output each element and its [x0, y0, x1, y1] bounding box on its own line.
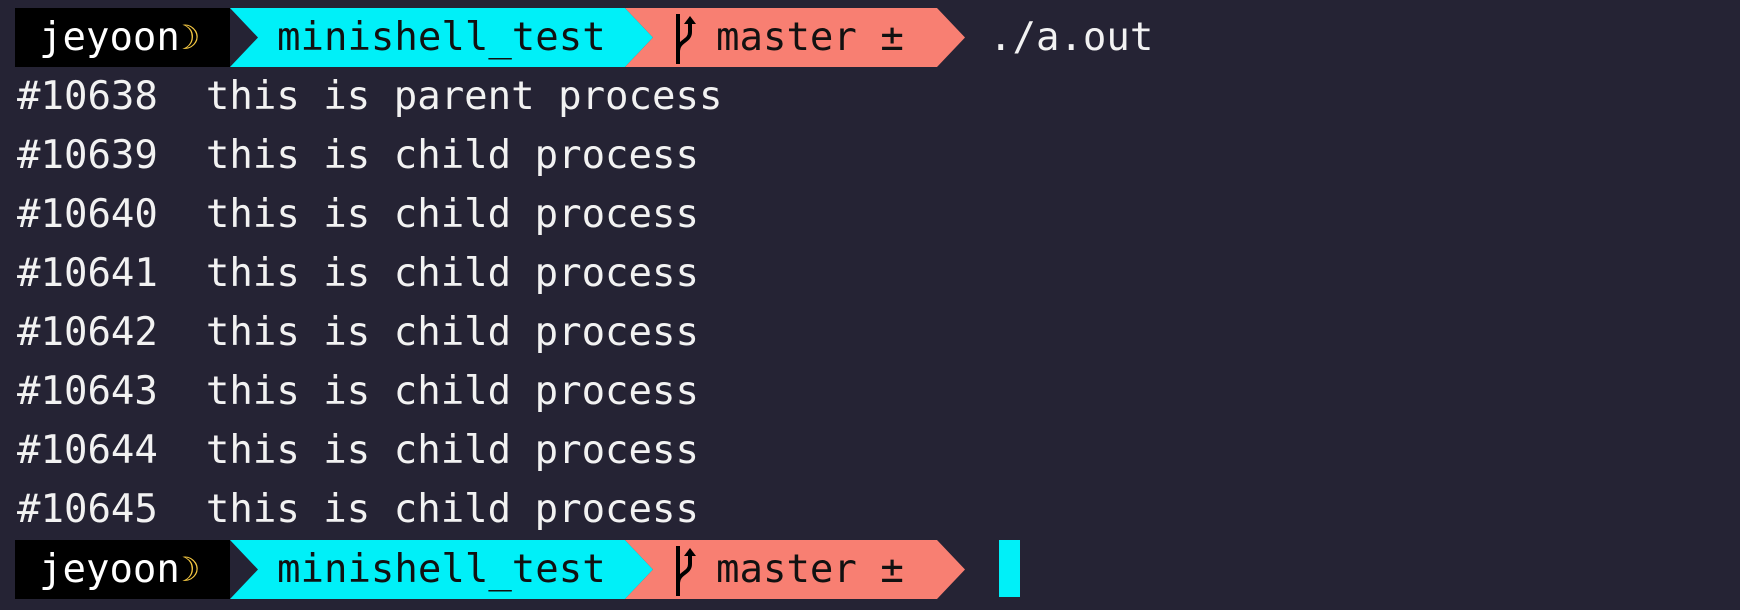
prompt-user-segment: jeyoon ☽ — [15, 8, 230, 67]
output-text: this is child process — [205, 251, 699, 296]
prompt-git-segment: master ± — [625, 540, 965, 599]
output-pid: #10641 — [17, 251, 158, 296]
prompt-user: jeyoon — [39, 547, 180, 592]
output-line: #10639 this is child process — [17, 133, 699, 178]
output-text: this is child process — [205, 428, 699, 473]
git-branch-icon — [672, 544, 700, 596]
prompt-user-segment: jeyoon ☽ — [15, 540, 230, 599]
output-text: this is child process — [205, 310, 699, 355]
crescent-moon-icon: ☽ — [179, 17, 201, 58]
prompt-line-1: jeyoon ☽ minishell_test master ± ./a.out — [15, 8, 1153, 67]
command-text: ./a.out — [989, 15, 1154, 60]
prompt-git-segment: master ± — [625, 8, 965, 67]
prompt-user: jeyoon — [39, 15, 180, 60]
crescent-moon-icon: ☽ — [179, 549, 201, 590]
output-text: this is child process — [205, 192, 699, 237]
output-text: this is parent process — [205, 74, 723, 119]
output-pid: #10645 — [17, 487, 158, 532]
output-pid: #10638 — [17, 74, 158, 119]
output-line: #10638 this is parent process — [17, 74, 722, 119]
output-pid: #10639 — [17, 133, 158, 178]
prompt-directory-segment: minishell_test — [230, 540, 653, 599]
output-pid: #10644 — [17, 428, 158, 473]
prompt-branch: master ± — [716, 15, 904, 60]
prompt-directory: minishell_test — [277, 547, 606, 592]
output-text: this is child process — [205, 133, 699, 178]
output-line: #10645 this is child process — [17, 487, 699, 532]
git-branch-icon — [672, 12, 700, 64]
output-line: #10640 this is child process — [17, 192, 699, 237]
prompt-directory: minishell_test — [277, 15, 606, 60]
output-line: #10643 this is child process — [17, 369, 699, 414]
output-text: this is child process — [205, 487, 699, 532]
output-line: #10644 this is child process — [17, 428, 699, 473]
output-pid: #10642 — [17, 310, 158, 355]
output-line: #10642 this is child process — [17, 310, 699, 355]
terminal-cursor[interactable] — [999, 540, 1020, 597]
output-line: #10641 this is child process — [17, 251, 699, 296]
prompt-branch: master ± — [716, 547, 904, 592]
output-pid: #10640 — [17, 192, 158, 237]
output-pid: #10643 — [17, 369, 158, 414]
output-text: this is child process — [205, 369, 699, 414]
prompt-directory-segment: minishell_test — [230, 8, 653, 67]
prompt-line-2: jeyoon ☽ minishell_test master ± — [15, 540, 965, 599]
